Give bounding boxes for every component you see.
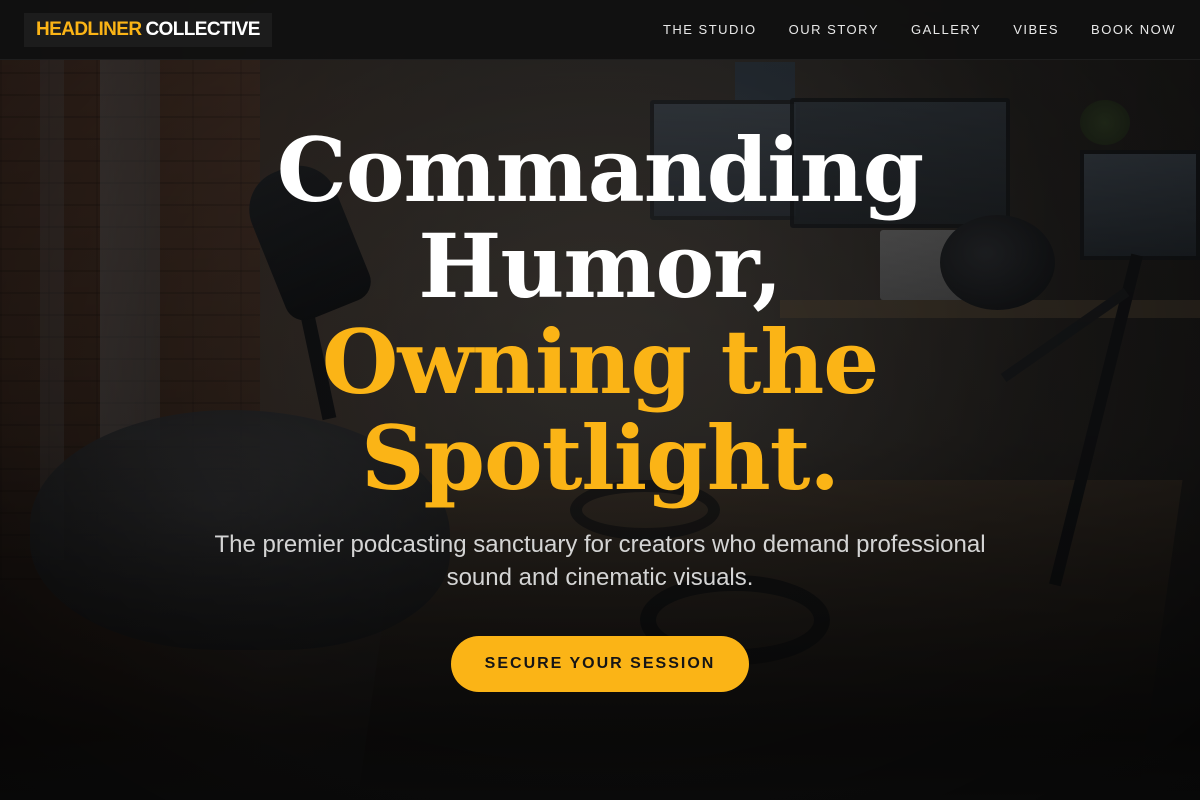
nav-link-book-now[interactable]: BOOK NOW [1091, 22, 1176, 37]
nav-links: THE STUDIO OUR STORY GALLERY VIBES BOOK … [663, 22, 1176, 37]
logo-main-text: COLLECTIVE [145, 18, 260, 40]
cta-container: SECURE YOUR SESSION [0, 636, 1200, 692]
hero-section: Commanding Humor, Owning the Spotlight. … [0, 60, 1200, 692]
nav-link-gallery[interactable]: GALLERY [911, 22, 981, 37]
top-navbar: HEADLINER COLLECTIVE THE STUDIO OUR STOR… [0, 0, 1200, 60]
secure-session-button[interactable]: SECURE YOUR SESSION [451, 636, 749, 692]
hero-subtitle: The premier podcasting sanctuary for cre… [214, 531, 986, 591]
headline-line-2: Humor, [418, 214, 783, 318]
site-logo[interactable]: HEADLINER COLLECTIVE [24, 12, 272, 47]
nav-link-vibes[interactable]: VIBES [1013, 22, 1059, 37]
headline-line-3: Owning the [321, 310, 880, 414]
headline-line-4: Spotlight. [360, 406, 840, 510]
nav-link-the-studio[interactable]: THE STUDIO [663, 22, 757, 37]
logo-accent-text: HEADLINER [36, 18, 142, 40]
hero-headline: Commanding Humor, Owning the Spotlight. [0, 122, 1200, 506]
headline-line-1: Commanding [276, 118, 924, 222]
nav-link-our-story[interactable]: OUR STORY [789, 22, 879, 37]
